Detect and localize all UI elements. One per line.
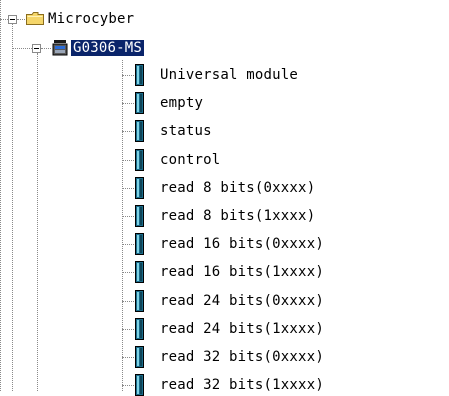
tree-guide-line bbox=[12, 48, 32, 49]
root-expander[interactable] bbox=[8, 15, 17, 24]
module-icon bbox=[135, 205, 144, 227]
tree-guide-line bbox=[122, 75, 134, 76]
tree-guide-line bbox=[122, 357, 134, 358]
device-expander[interactable] bbox=[32, 44, 41, 53]
tree-item-device-label[interactable]: G0306-MS bbox=[71, 40, 145, 56]
module-icon bbox=[135, 261, 144, 283]
tree-guide-line bbox=[122, 60, 123, 391]
tree-item-module-label[interactable]: read 16 bits(0xxxx) bbox=[160, 236, 324, 252]
module-icon bbox=[135, 346, 144, 368]
tree-guide-line bbox=[37, 53, 38, 391]
tree-guide-line bbox=[122, 131, 134, 132]
tree-item-module-label[interactable]: status bbox=[160, 123, 212, 139]
tree-guide-line bbox=[17, 19, 25, 20]
tree-guide-line bbox=[122, 385, 134, 386]
tree-guide-line bbox=[122, 272, 134, 273]
folder-icon bbox=[26, 12, 44, 25]
tree-item-module-label[interactable]: read 32 bits(0xxxx) bbox=[160, 349, 324, 365]
tree-item-module-label[interactable]: empty bbox=[160, 95, 203, 111]
device-icon bbox=[52, 40, 68, 56]
module-icon bbox=[135, 374, 144, 396]
tree-item-module-label[interactable]: Universal module bbox=[160, 67, 298, 83]
module-icon bbox=[135, 290, 144, 312]
module-icon bbox=[135, 120, 144, 142]
tree-guide-line bbox=[122, 244, 134, 245]
device-tree: Microcyber G0306-MS Universal module empt… bbox=[0, 0, 449, 396]
tree-guide-line bbox=[122, 216, 134, 217]
module-icon bbox=[135, 177, 144, 199]
tree-guide-line bbox=[122, 301, 134, 302]
tree-item-module-label[interactable]: read 8 bits(1xxxx) bbox=[160, 208, 315, 224]
module-icon bbox=[135, 149, 144, 171]
tree-item-module-label[interactable]: read 8 bits(0xxxx) bbox=[160, 180, 315, 196]
tree-guide-line bbox=[0, 0, 1, 391]
tree-guide-line bbox=[122, 188, 134, 189]
tree-guide-line bbox=[12, 24, 13, 391]
tree-guide-line bbox=[122, 103, 134, 104]
tree-guide-line bbox=[41, 48, 51, 49]
module-icon bbox=[135, 92, 144, 114]
module-icon bbox=[135, 318, 144, 340]
tree-item-module-label[interactable]: read 24 bits(1xxxx) bbox=[160, 321, 324, 337]
module-icon bbox=[135, 64, 144, 86]
tree-item-module-label[interactable]: read 24 bits(0xxxx) bbox=[160, 293, 324, 309]
tree-item-root-label[interactable]: Microcyber bbox=[48, 11, 134, 27]
tree-guide-line bbox=[122, 160, 134, 161]
tree-item-module-label[interactable]: read 16 bits(1xxxx) bbox=[160, 264, 324, 280]
module-icon bbox=[135, 233, 144, 255]
tree-item-module-label[interactable]: control bbox=[160, 152, 220, 168]
tree-guide-line bbox=[122, 329, 134, 330]
